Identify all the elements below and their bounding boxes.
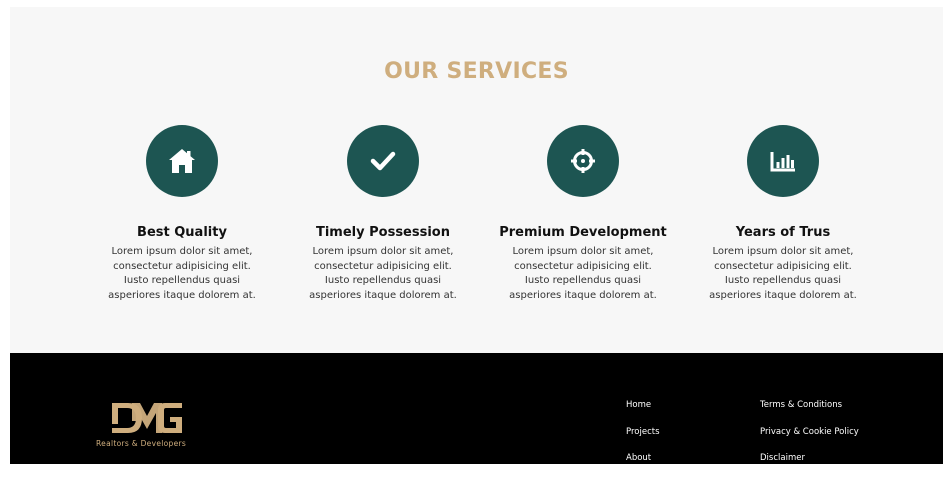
services-heading: OUR SERVICES (384, 59, 569, 84)
footer-nav-legal: Terms & Conditions Privacy & Cookie Poli… (760, 400, 859, 480)
site-footer: Realtors & Developers Home Projects Abou… (10, 353, 943, 464)
service-title: Best Quality (137, 225, 227, 240)
services-section: OUR SERVICES Best Quality Lorem ipsum do… (10, 7, 943, 353)
service-card-best-quality: Best Quality Lorem ipsum dolor sit amet,… (92, 125, 272, 303)
service-card-years-of-trust: Years of Trus Lorem ipsum dolor sit amet… (693, 125, 873, 303)
service-description: Lorem ipsum dolor sit amet, consectetur … (509, 246, 657, 301)
crosshair-icon (571, 149, 595, 173)
service-title: Timely Possession (315, 225, 450, 240)
service-title: Years of Trus (735, 225, 831, 240)
service-icon-circle (747, 125, 819, 197)
chart-bar-icon (770, 152, 795, 172)
service-description: Lorem ipsum dolor sit amet, consectetur … (108, 246, 256, 301)
footer-link-projects[interactable]: Projects (626, 427, 660, 454)
service-icon-circle (347, 125, 419, 197)
logo-tagline: Realtors & Developers (96, 439, 187, 448)
footer-link-privacy[interactable]: Privacy & Cookie Policy (760, 427, 859, 454)
footer-nav-main: Home Projects About (626, 400, 660, 480)
footer-link-home[interactable]: Home (626, 400, 660, 427)
footer-link-disclaimer[interactable]: Disclaimer (760, 453, 859, 480)
dmg-logo-icon (112, 403, 182, 433)
home-icon (169, 149, 195, 173)
service-icon-circle (547, 125, 619, 197)
service-icon-circle (146, 125, 218, 197)
footer-link-about[interactable]: About (626, 453, 660, 480)
service-title: Premium Development (499, 225, 667, 240)
service-card-premium-development: Premium Development Lorem ipsum dolor si… (493, 125, 673, 303)
service-description: Lorem ipsum dolor sit amet, consectetur … (709, 246, 857, 301)
service-description: Lorem ipsum dolor sit amet, consectetur … (309, 246, 457, 301)
check-icon (370, 151, 396, 171)
service-card-timely-possession: Timely Possession Lorem ipsum dolor sit … (293, 125, 473, 303)
company-logo[interactable]: Realtors & Developers (96, 399, 200, 448)
footer-link-terms[interactable]: Terms & Conditions (760, 400, 859, 427)
